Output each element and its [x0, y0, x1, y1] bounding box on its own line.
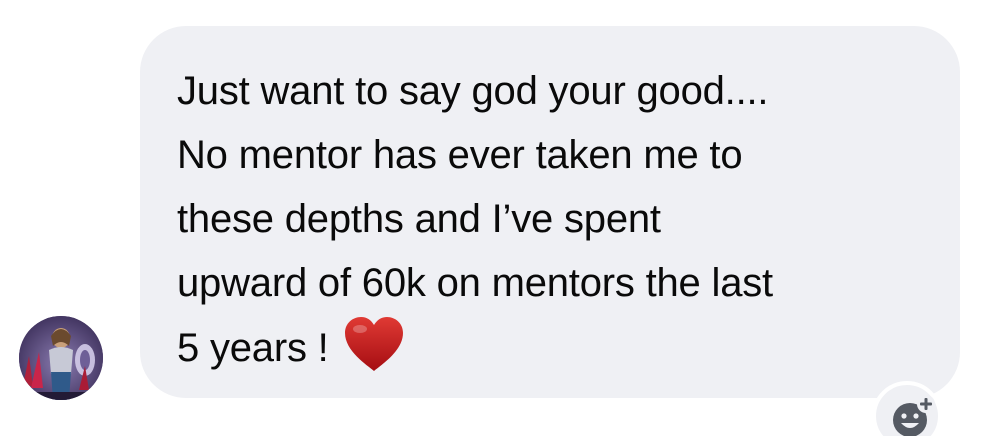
message-text: Just want to say god your good.... No me… — [177, 59, 940, 380]
profile-photo-icon — [19, 316, 103, 400]
message-line-3: these depths and I’ve spent — [177, 197, 661, 241]
add-reaction-icon — [893, 395, 935, 436]
message-line-4: upward of 60k on mentors the last — [177, 261, 773, 305]
message-bubble[interactable]: Just want to say god your good.... No me… — [140, 26, 960, 398]
message-line-1: Just want to say god your good.... — [177, 69, 769, 113]
red-heart-icon — [343, 315, 405, 373]
message-line-2: No mentor has ever taken me to — [177, 133, 743, 177]
chat-view: Just want to say god your good.... No me… — [0, 0, 985, 436]
sender-avatar[interactable] — [19, 316, 103, 400]
message-line-5-text: 5 years ! — [177, 326, 329, 370]
message-line-5: 5 years ! — [177, 315, 940, 380]
